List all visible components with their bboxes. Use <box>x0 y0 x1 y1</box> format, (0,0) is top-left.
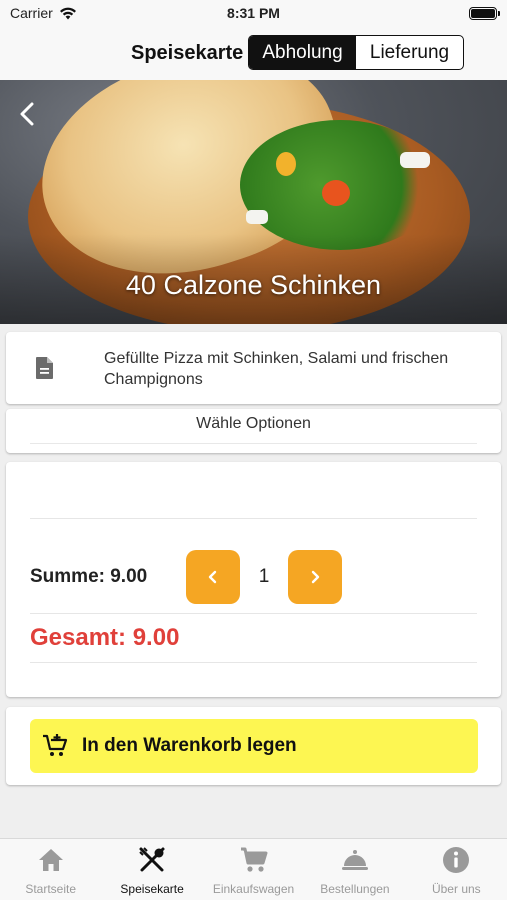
pepper-graphic <box>276 152 296 176</box>
battery-icon <box>469 7 500 20</box>
tab-speisekarte[interactable]: Speisekarte <box>101 839 202 900</box>
order-summary-card: Summe: 9.00 1 Gesamt: 9.00 <box>6 462 501 697</box>
cheese-graphic <box>400 152 430 168</box>
add-to-cart-label: In den Warenkorb legen <box>82 735 297 756</box>
tab-einkaufswagen[interactable]: Einkaufswagen <box>203 839 304 900</box>
segment-abholung[interactable]: Abholung <box>249 36 356 69</box>
cheese-graphic <box>246 210 268 224</box>
back-chevron-icon[interactable] <box>16 102 40 126</box>
total-label: Gesamt: 9.00 <box>30 624 180 651</box>
description-card: Gefüllte Pizza mit Schinken, Salami und … <box>6 332 501 404</box>
divider <box>30 443 477 444</box>
status-time: 8:31 PM <box>227 5 280 21</box>
cart-icon <box>240 847 268 872</box>
cutlery-icon <box>139 847 165 872</box>
quantity-value: 1 <box>258 566 270 587</box>
chevron-left-icon <box>208 570 217 584</box>
nav-title: Speisekarte <box>131 42 244 64</box>
divider <box>30 518 477 519</box>
product-name: 40 Calzone Schinken <box>125 270 382 300</box>
divider <box>30 613 477 614</box>
navigation-bar: Speisekarte Abholung Lieferung <box>0 28 507 80</box>
sum-label: Summe: 9.00 <box>30 566 148 587</box>
tab-bar: Startseite Speisekarte Einkaufswagen Bes… <box>0 838 507 900</box>
options-card[interactable]: Wähle Optionen <box>6 409 501 453</box>
product-description: Gefüllte Pizza mit Schinken, Salami und … <box>104 350 449 388</box>
tab-label: Speisekarte <box>120 882 184 896</box>
tab-bestellungen[interactable]: Bestellungen <box>304 839 405 900</box>
tab-startseite[interactable]: Startseite <box>0 839 101 900</box>
info-icon <box>443 847 470 873</box>
cloche-icon <box>341 850 368 870</box>
cart-plus-icon <box>43 734 68 756</box>
tab-label: Einkaufswagen <box>212 882 295 896</box>
options-label[interactable]: Wähle Optionen <box>6 415 501 433</box>
tomato-graphic <box>322 180 350 206</box>
segment-lieferung[interactable]: Lieferung <box>356 36 463 69</box>
divider <box>30 662 477 663</box>
add-to-cart-card: In den Warenkorb legen <box>6 707 501 785</box>
add-to-cart-button[interactable]: In den Warenkorb legen <box>30 719 478 773</box>
chevron-right-icon <box>311 570 320 584</box>
tab-ueber-uns[interactable]: Über uns <box>406 839 507 900</box>
increase-quantity-button[interactable] <box>288 550 342 604</box>
product-hero-image: 40 Calzone Schinken <box>0 80 507 324</box>
order-type-segmented-control: Abholung Lieferung <box>248 35 464 70</box>
document-icon <box>36 357 53 379</box>
status-bar: Carrier 8:31 PM <box>0 0 507 28</box>
home-icon <box>38 849 63 871</box>
tab-label: Über uns <box>431 882 481 896</box>
decrease-quantity-button[interactable] <box>186 550 240 604</box>
tab-label: Startseite <box>25 882 77 896</box>
tab-label: Bestellungen <box>320 882 390 896</box>
